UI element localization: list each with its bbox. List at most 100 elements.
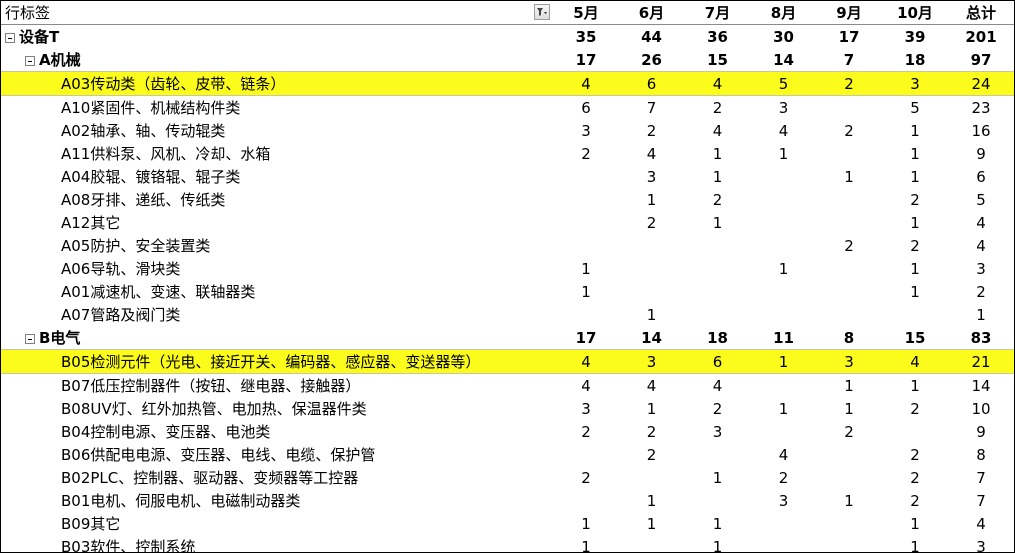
value-cell[interactable]: 1 bbox=[553, 257, 619, 280]
table-row[interactable]: A11供料泵、风机、冷却、水箱 2 4 1 1 1 9 bbox=[1, 142, 1014, 165]
value-cell[interactable]: 1 bbox=[751, 142, 816, 165]
value-cell[interactable]: 2 bbox=[882, 188, 948, 211]
value-cell[interactable]: 17 bbox=[553, 326, 619, 350]
value-cell[interactable]: 6 bbox=[553, 96, 619, 120]
total-cell[interactable]: 3 bbox=[948, 535, 1014, 553]
value-cell[interactable]: 4 bbox=[553, 349, 619, 374]
table-row[interactable]: B04控制电源、变压器、电池类 2 2 3 2 9 bbox=[1, 420, 1014, 443]
row-label-cell[interactable]: A02轴承、轴、传动辊类 bbox=[1, 119, 553, 142]
value-cell[interactable]: 1 bbox=[553, 280, 619, 303]
total-cell[interactable]: 7 bbox=[948, 466, 1014, 489]
value-cell[interactable]: 1 bbox=[553, 512, 619, 535]
value-cell[interactable]: 2 bbox=[553, 466, 619, 489]
value-cell[interactable]: 2 bbox=[816, 119, 882, 142]
value-cell[interactable] bbox=[816, 535, 882, 552]
row-label-cell[interactable]: A01减速机、变速、联轴器类 bbox=[1, 280, 553, 303]
value-cell[interactable]: 2 bbox=[553, 142, 619, 165]
value-cell[interactable]: 2 bbox=[882, 489, 948, 512]
value-cell[interactable]: 7 bbox=[816, 48, 882, 72]
value-cell[interactable]: 4 bbox=[553, 374, 619, 398]
filter-dropdown-icon[interactable] bbox=[534, 4, 550, 20]
value-cell[interactable] bbox=[816, 257, 882, 280]
value-cell[interactable]: 4 bbox=[751, 119, 816, 142]
value-cell[interactable] bbox=[684, 303, 751, 326]
row-label-cell[interactable]: A06导轨、滑块类 bbox=[1, 257, 553, 280]
total-cell[interactable]: 3 bbox=[948, 257, 1014, 280]
value-cell[interactable] bbox=[619, 234, 684, 257]
value-cell[interactable]: 30 bbox=[751, 25, 816, 49]
value-cell[interactable]: 39 bbox=[882, 25, 948, 49]
value-cell[interactable]: 1 bbox=[816, 374, 882, 398]
value-cell[interactable]: 2 bbox=[684, 188, 751, 211]
value-cell[interactable] bbox=[553, 303, 619, 326]
value-cell[interactable]: 14 bbox=[619, 326, 684, 350]
value-cell[interactable]: 1 bbox=[882, 142, 948, 165]
value-cell[interactable]: 4 bbox=[751, 443, 816, 466]
value-cell[interactable]: 1 bbox=[684, 211, 751, 234]
value-cell[interactable]: 2 bbox=[882, 234, 948, 257]
value-cell[interactable]: 17 bbox=[553, 48, 619, 72]
value-cell[interactable]: 1 bbox=[882, 374, 948, 398]
value-cell[interactable] bbox=[751, 374, 816, 398]
total-cell[interactable]: 1 bbox=[948, 303, 1014, 326]
value-cell[interactable]: 1 bbox=[684, 142, 751, 165]
value-cell[interactable]: 1 bbox=[619, 512, 684, 535]
value-cell[interactable] bbox=[553, 443, 619, 466]
value-cell[interactable]: 2 bbox=[619, 119, 684, 142]
value-cell[interactable]: 1 bbox=[816, 489, 882, 512]
row-label-cell[interactable]: A10紧固件、机械结构件类 bbox=[1, 96, 553, 120]
column-header-sep[interactable]: 9月 bbox=[816, 1, 882, 25]
value-cell[interactable] bbox=[553, 188, 619, 211]
row-label-cell[interactable]: B07低压控制器件（按钮、继电器、接触器） bbox=[1, 374, 553, 398]
value-cell[interactable] bbox=[619, 535, 684, 552]
value-cell[interactable]: 4 bbox=[619, 374, 684, 398]
value-cell[interactable]: 3 bbox=[751, 96, 816, 120]
value-cell[interactable]: 3 bbox=[684, 420, 751, 443]
table-row[interactable]: B09其它 1 1 1 1 4 bbox=[1, 512, 1014, 535]
value-cell[interactable]: 6 bbox=[619, 71, 684, 96]
value-cell[interactable]: 3 bbox=[553, 397, 619, 420]
value-cell[interactable]: 1 bbox=[619, 188, 684, 211]
value-cell[interactable]: 18 bbox=[684, 326, 751, 350]
table-row[interactable]: A12其它 2 1 1 4 bbox=[1, 211, 1014, 234]
value-cell[interactable]: 17 bbox=[816, 25, 882, 49]
value-cell[interactable]: 3 bbox=[553, 119, 619, 142]
value-cell[interactable] bbox=[684, 280, 751, 303]
row-label-cell[interactable]: A11供料泵、风机、冷却、水箱 bbox=[1, 142, 553, 165]
value-cell[interactable]: 35 bbox=[553, 25, 619, 49]
value-cell[interactable]: 1 bbox=[684, 165, 751, 188]
row-label-cell[interactable]: A07管路及阀门类 bbox=[1, 303, 553, 326]
total-cell[interactable]: 10 bbox=[948, 397, 1014, 420]
value-cell[interactable] bbox=[553, 489, 619, 512]
value-cell[interactable]: 4 bbox=[684, 71, 751, 96]
row-label-cell[interactable]: B电气 bbox=[1, 326, 553, 350]
value-cell[interactable]: 2 bbox=[619, 211, 684, 234]
value-cell[interactable]: 2 bbox=[553, 420, 619, 443]
total-cell[interactable]: 8 bbox=[948, 443, 1014, 466]
value-cell[interactable] bbox=[751, 188, 816, 211]
total-cell[interactable]: 24 bbox=[948, 71, 1014, 96]
row-label-cell[interactable]: B01电机、伺服电机、电磁制动器类 bbox=[1, 489, 553, 512]
value-cell[interactable]: 1 bbox=[816, 397, 882, 420]
value-cell[interactable]: 44 bbox=[619, 25, 684, 49]
row-label-cell[interactable]: A12其它 bbox=[1, 211, 553, 234]
group-row[interactable]: A机械 17 26 15 14 7 18 97 bbox=[1, 48, 1014, 72]
value-cell[interactable]: 1 bbox=[684, 512, 751, 535]
total-cell[interactable]: 201 bbox=[948, 25, 1014, 49]
row-label-cell[interactable]: B04控制电源、变压器、电池类 bbox=[1, 420, 553, 443]
row-label-cell[interactable]: B02PLC、控制器、驱动器、变频器等工控器 bbox=[1, 466, 553, 489]
table-row[interactable]: B05检测元件（光电、接近开关、编码器、感应器、变送器等） 4 3 6 1 3 4 21 bbox=[1, 349, 1014, 374]
total-cell[interactable]: 4 bbox=[948, 234, 1014, 257]
row-label-cell[interactable]: 设备T bbox=[1, 25, 553, 49]
row-label-cell[interactable]: B05检测元件（光电、接近开关、编码器、感应器、变送器等） bbox=[1, 349, 553, 374]
total-cell[interactable]: 97 bbox=[948, 48, 1014, 72]
value-cell[interactable] bbox=[684, 443, 751, 466]
column-header-aug[interactable]: 8月 bbox=[751, 1, 816, 25]
value-cell[interactable]: 3 bbox=[751, 489, 816, 512]
value-cell[interactable] bbox=[751, 303, 816, 326]
total-cell[interactable]: 9 bbox=[948, 420, 1014, 443]
value-cell[interactable]: 2 bbox=[882, 466, 948, 489]
value-cell[interactable]: 1 bbox=[684, 466, 751, 489]
value-cell[interactable]: 8 bbox=[816, 326, 882, 350]
total-cell[interactable]: 4 bbox=[948, 512, 1014, 535]
